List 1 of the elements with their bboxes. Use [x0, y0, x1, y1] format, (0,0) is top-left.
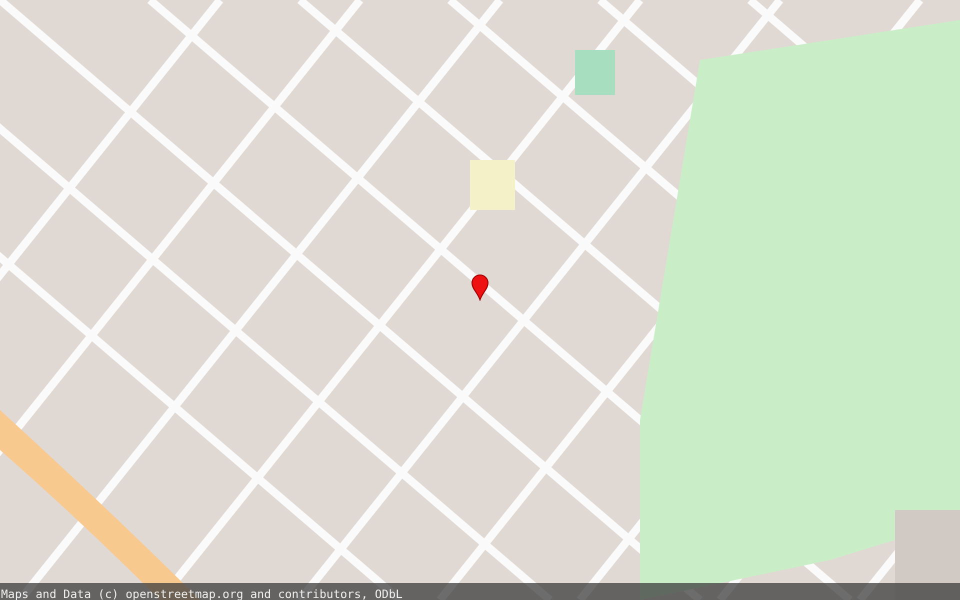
- map-marker-icon[interactable]: [471, 274, 489, 301]
